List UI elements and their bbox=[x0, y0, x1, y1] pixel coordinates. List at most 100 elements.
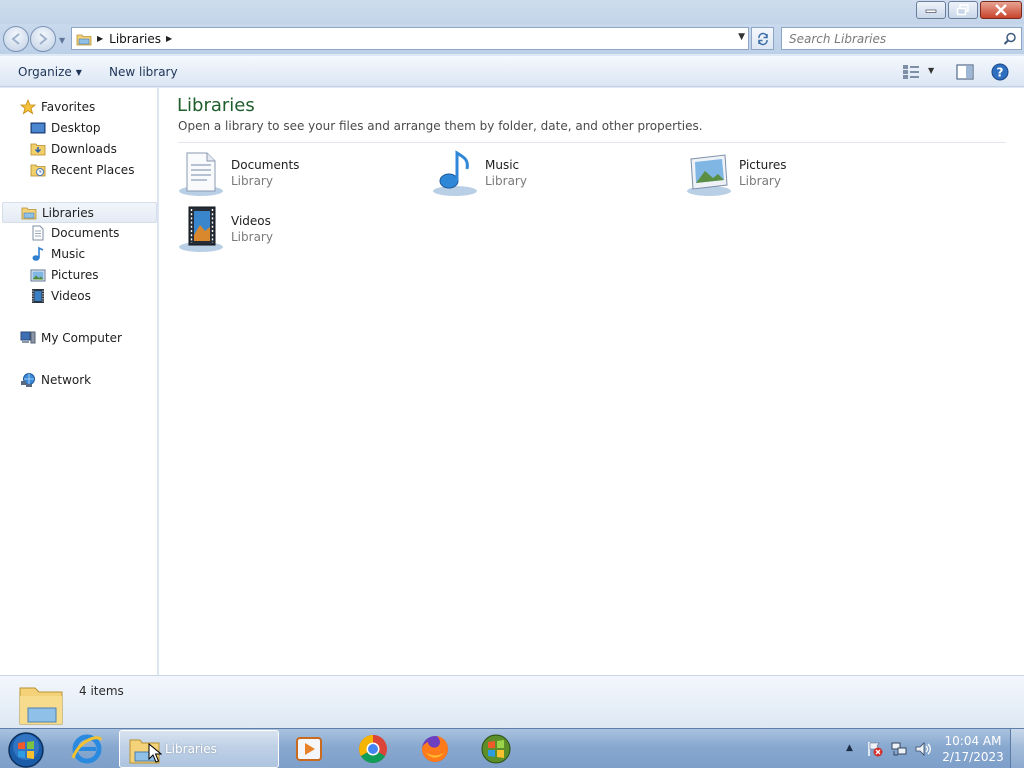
close-icon bbox=[995, 4, 1007, 16]
music-icon bbox=[32, 246, 44, 261]
refresh-icon bbox=[757, 32, 768, 45]
internet-explorer-icon[interactable] bbox=[69, 732, 105, 766]
help-icon[interactable]: ? bbox=[991, 63, 1009, 81]
videos-icon bbox=[32, 289, 44, 303]
sidebar-item-label: Recent Places bbox=[51, 163, 135, 177]
show-hidden-icons-button[interactable]: ▲ bbox=[846, 743, 853, 753]
search-input[interactable] bbox=[782, 28, 992, 49]
minimize-icon bbox=[925, 9, 937, 13]
taskbar-button-libraries[interactable]: Libraries bbox=[119, 730, 279, 768]
sidebar-item-label: Network bbox=[41, 373, 92, 387]
sidebar-item-downloads[interactable]: Downloads bbox=[0, 139, 158, 160]
search-box[interactable] bbox=[781, 27, 1022, 50]
sidebar-item-label: Music bbox=[51, 247, 86, 261]
documents-library-icon bbox=[179, 152, 223, 196]
library-tile-documents[interactable]: Documents Library bbox=[177, 149, 417, 203]
new-library-button[interactable]: New library bbox=[109, 65, 178, 79]
library-tile-pictures[interactable]: Pictures Library bbox=[685, 149, 925, 203]
sidebar-item-label: Documents bbox=[51, 226, 120, 240]
windows-logo-icon[interactable] bbox=[478, 732, 514, 766]
content-pane: Libraries Open a library to see your fil… bbox=[159, 88, 1024, 675]
taskbar: Libraries ▲ 10:04 AM 2/17/2023 bbox=[0, 728, 1024, 768]
music-library-icon bbox=[433, 150, 477, 196]
command-bar: Organize ▼ New library ▼ ? bbox=[0, 56, 1024, 87]
title-bar bbox=[0, 0, 1024, 24]
minimize-button[interactable] bbox=[916, 1, 946, 19]
organize-label: Organize bbox=[18, 65, 72, 79]
clock-date: 2/17/2023 bbox=[942, 750, 1004, 764]
show-desktop-button[interactable] bbox=[1010, 729, 1024, 768]
item-count: 4 items bbox=[79, 684, 124, 698]
sidebar-item-pictures[interactable]: Pictures bbox=[0, 265, 158, 286]
pictures-library-icon bbox=[687, 154, 731, 196]
firefox-icon[interactable] bbox=[417, 732, 453, 766]
recent-places-icon bbox=[30, 164, 46, 177]
sidebar-item-music[interactable]: Music bbox=[0, 244, 158, 265]
organize-button[interactable]: Organize ▼ bbox=[18, 65, 82, 79]
page-subtitle: Open a library to see your files and arr… bbox=[178, 119, 703, 133]
restore-icon bbox=[956, 4, 969, 16]
recent-pages-dropdown[interactable]: ▼ bbox=[59, 36, 65, 45]
sidebar-item-label: Pictures bbox=[51, 268, 99, 282]
library-type: Library bbox=[485, 174, 527, 188]
network-status-icon[interactable] bbox=[890, 740, 908, 758]
start-button[interactable] bbox=[6, 730, 46, 768]
back-button[interactable] bbox=[3, 26, 29, 52]
sidebar-item-documents[interactable]: Documents bbox=[0, 223, 158, 244]
clock[interactable]: 10:04 AM 2/17/2023 bbox=[940, 733, 1006, 765]
search-icon[interactable] bbox=[1003, 32, 1017, 46]
breadcrumb-libraries[interactable]: Libraries bbox=[109, 32, 161, 46]
restore-button[interactable] bbox=[948, 1, 978, 19]
address-dropdown-icon[interactable]: ▼ bbox=[738, 32, 745, 42]
sidebar-item-label: Downloads bbox=[51, 142, 117, 156]
sidebar-item-network[interactable]: Network bbox=[0, 370, 158, 391]
sidebar-item-recent-places[interactable]: Recent Places bbox=[0, 160, 158, 181]
sidebar-item-videos[interactable]: Videos bbox=[0, 286, 158, 307]
library-tile-music[interactable]: Music Library bbox=[431, 149, 671, 203]
library-type: Library bbox=[231, 230, 273, 244]
sidebar-item-label: Libraries bbox=[42, 206, 94, 220]
details-pane: 4 items bbox=[0, 675, 1024, 728]
navigation-pane: Favorites Desktop Downloads Recent Place… bbox=[0, 88, 158, 675]
library-name: Pictures bbox=[739, 158, 787, 172]
library-type: Library bbox=[231, 174, 273, 188]
documents-icon bbox=[32, 225, 44, 241]
network-icon bbox=[21, 373, 35, 387]
sidebar-item-label: Desktop bbox=[51, 121, 101, 135]
computer-icon bbox=[20, 331, 36, 344]
sidebar-item-label: My Computer bbox=[41, 331, 122, 345]
downloads-icon bbox=[30, 143, 46, 156]
back-arrow-icon bbox=[11, 33, 20, 45]
forward-button[interactable] bbox=[30, 26, 56, 52]
action-center-flag-icon[interactable] bbox=[866, 740, 884, 758]
sidebar-item-my-computer[interactable]: My Computer bbox=[0, 328, 158, 349]
window-controls bbox=[914, 1, 1022, 19]
refresh-button[interactable] bbox=[751, 27, 774, 50]
change-view-icon[interactable] bbox=[902, 64, 920, 80]
chevron-down-icon: ▼ bbox=[75, 68, 82, 77]
navigation-bar: ▼ ▶ Libraries ▶ ▼ bbox=[0, 24, 1024, 54]
sidebar-item-label: Favorites bbox=[41, 100, 96, 114]
view-options-dropdown-icon[interactable]: ▼ bbox=[928, 66, 934, 75]
sidebar-item-favorites[interactable]: Favorites bbox=[0, 97, 158, 118]
library-type: Library bbox=[739, 174, 781, 188]
svg-text:?: ? bbox=[997, 66, 1004, 80]
preview-pane-icon[interactable] bbox=[956, 64, 974, 80]
library-name: Documents bbox=[231, 158, 300, 172]
address-bar[interactable]: ▶ Libraries ▶ ▼ bbox=[71, 27, 749, 50]
breadcrumb-separator-icon[interactable]: ▶ bbox=[166, 34, 172, 43]
videos-library-icon bbox=[179, 206, 223, 252]
close-button[interactable] bbox=[980, 1, 1022, 19]
sidebar-item-desktop[interactable]: Desktop bbox=[0, 118, 158, 139]
libraries-folder-icon bbox=[76, 34, 92, 45]
volume-icon[interactable] bbox=[914, 740, 932, 758]
library-name: Music bbox=[485, 158, 520, 172]
forward-arrow-icon bbox=[39, 33, 48, 45]
page-title: Libraries bbox=[177, 95, 255, 116]
library-tile-videos[interactable]: Videos Library bbox=[177, 205, 417, 259]
sidebar-item-label: Videos bbox=[51, 289, 91, 303]
sidebar-item-libraries[interactable]: Libraries bbox=[2, 202, 157, 223]
library-name: Videos bbox=[231, 214, 271, 228]
media-player-icon[interactable] bbox=[291, 732, 327, 766]
chrome-icon[interactable] bbox=[355, 732, 391, 766]
